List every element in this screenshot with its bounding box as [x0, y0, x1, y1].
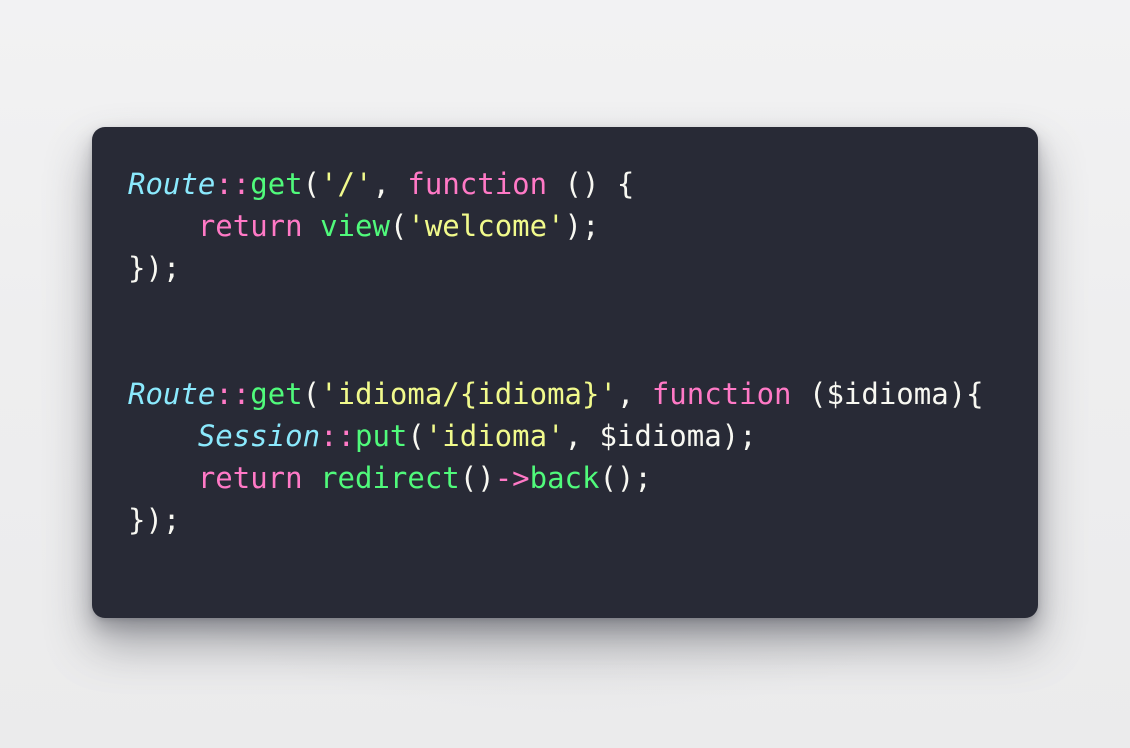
code-token-punct: });	[128, 503, 181, 537]
code-token-punct: ,	[616, 377, 652, 411]
code-token-operator: ::	[215, 377, 251, 411]
code-token-operator: ::	[215, 167, 251, 201]
code-line: Route::get('idioma/{idioma}', function (…	[128, 373, 1002, 415]
code-token-class: Route	[128, 167, 216, 201]
code-token-punct: (	[302, 377, 321, 411]
code-token-punct: () {	[547, 167, 635, 201]
code-token-operator: ::	[320, 419, 355, 453]
code-token-keyword: function	[407, 167, 548, 201]
code-token-punct: ,	[564, 419, 600, 453]
code-token-function: back	[529, 461, 600, 495]
code-token-punct: ();	[599, 461, 652, 495]
code-token-variable: $idioma	[826, 377, 949, 411]
code-token-punct: );	[721, 419, 757, 453]
code-token-punct: ()	[459, 461, 495, 495]
code-token-function: get	[250, 377, 303, 411]
code-token-keyword: function	[651, 377, 792, 411]
code-token-function: view	[320, 209, 390, 243]
code-token-operator: ->	[494, 461, 530, 495]
code-snippet-card: Route::get('/', function () { return vie…	[92, 127, 1038, 618]
code-token-punct: ){	[948, 377, 984, 411]
code-line: return redirect()->back();	[128, 457, 1002, 499]
code-token-punct: (	[407, 419, 425, 453]
code-token-keyword: return	[197, 461, 303, 495]
code-token-punct: (	[389, 209, 408, 243]
code-token-keyword: return	[197, 209, 303, 243]
code-token-punct: (	[791, 377, 827, 411]
code-token-punct: });	[128, 251, 181, 285]
code-token-variable: $idioma	[599, 419, 722, 453]
code-line: });	[128, 247, 1002, 289]
code-token-punct: ,	[372, 167, 408, 201]
code-line: Session::put('idioma', $idioma);	[128, 415, 1002, 457]
code-token-function: get	[250, 167, 303, 201]
code-line: });	[128, 499, 1002, 541]
code-line: return view('welcome');	[128, 205, 1002, 247]
code-token-string: 'idioma/{idioma}'	[320, 377, 617, 411]
code-token-punct: (	[302, 167, 321, 201]
code-token-punct: );	[564, 209, 600, 243]
code-line: Route::get('/', function () {	[128, 163, 1002, 205]
code-token-string: 'idioma'	[424, 419, 565, 453]
code-token-function: redirect	[320, 461, 460, 495]
code-token-string: '/'	[320, 167, 373, 201]
code-token-class: Session	[197, 419, 321, 453]
code-token-function: put	[354, 419, 408, 453]
code-token-class: Route	[128, 377, 216, 411]
code-token-string: 'welcome'	[407, 209, 565, 243]
code-block[interactable]: Route::get('/', function () { return vie…	[128, 163, 1002, 541]
